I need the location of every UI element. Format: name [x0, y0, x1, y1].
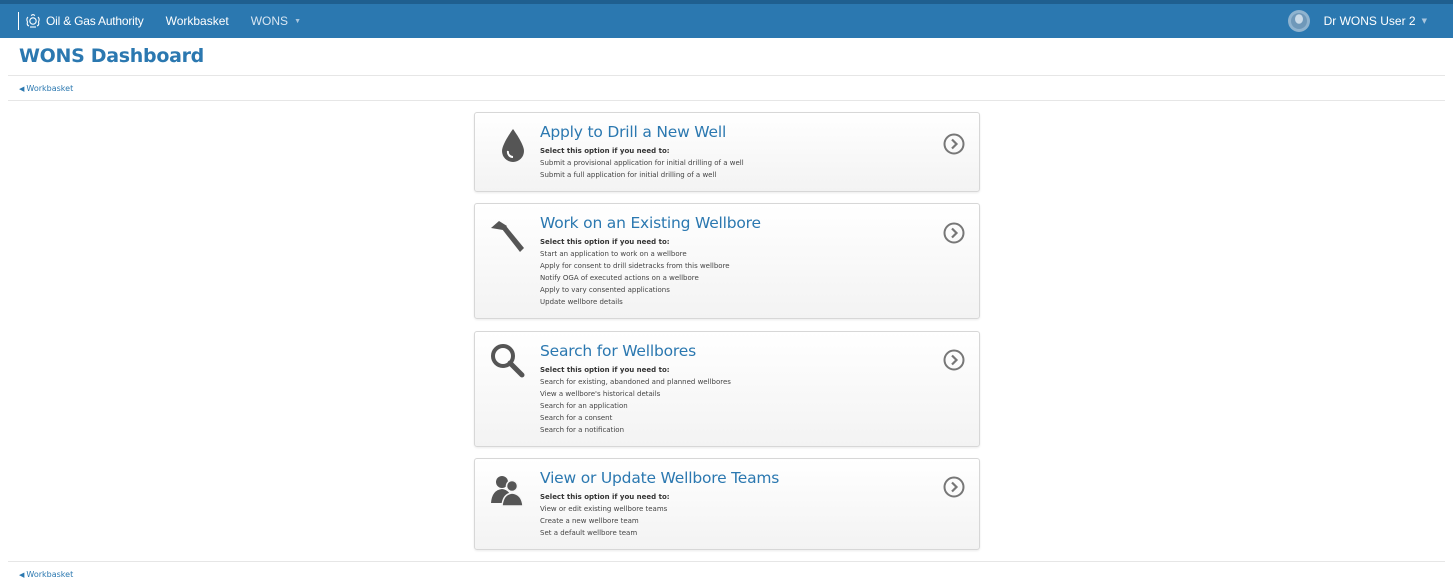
drop-icon: [502, 129, 524, 162]
top-navigation-bar: Oil & Gas Authority Workbasket WONS ▼ Dr …: [0, 0, 1453, 38]
list-item: Update wellbore details: [540, 298, 623, 306]
list-item: Start an application to work on a wellbo…: [540, 250, 687, 258]
crest-icon: [26, 14, 40, 28]
list-item: Apply to vary consented applications: [540, 286, 670, 294]
back-link-label: Workbasket: [26, 84, 74, 93]
user-menu[interactable]: Dr WONS User 2 ▼: [1287, 4, 1427, 38]
brand-logo[interactable]: Oil & Gas Authority: [18, 4, 144, 38]
card-option-list: Start an application to work on a wellbo…: [540, 248, 730, 308]
card-subtitle: Select this option if you need to:: [540, 493, 670, 501]
card-subtitle: Select this option if you need to:: [540, 366, 670, 374]
card-option-list: Submit a provisional application for ini…: [540, 157, 744, 181]
nav-wons-menu[interactable]: WONS ▼: [251, 14, 301, 28]
card-subtitle: Select this option if you need to:: [540, 147, 670, 155]
card-apply-drill-new-well[interactable]: Apply to Drill a New Well Select this op…: [474, 112, 980, 192]
divider: [8, 100, 1445, 101]
back-to-workbasket-link[interactable]: ◀ Workbasket: [19, 84, 73, 93]
brand-name: Oil & Gas Authority: [46, 14, 144, 28]
card-option-list: View or edit existing wellbore teams Cre…: [540, 503, 667, 539]
list-item: Apply for consent to drill sidetracks fr…: [540, 262, 730, 270]
card-title: Work on an Existing Wellbore: [540, 214, 761, 232]
chevron-right-circle-icon[interactable]: [943, 222, 965, 244]
card-title: Apply to Drill a New Well: [540, 123, 727, 141]
card-title: View or Update Wellbore Teams: [540, 469, 780, 487]
card-wellbore-teams[interactable]: View or Update Wellbore Teams Select thi…: [474, 458, 980, 550]
list-item: Notify OGA of executed actions on a well…: [540, 274, 699, 282]
divider: [8, 561, 1445, 562]
team-icon: [491, 476, 524, 507]
user-avatar-icon: [1287, 10, 1310, 32]
divider: [8, 75, 1445, 76]
brand-divider: [18, 12, 19, 30]
footer-back-to-workbasket-link[interactable]: ◀ Workbasket: [19, 570, 73, 579]
list-item: Set a default wellbore team: [540, 529, 638, 537]
nav-wons-label: WONS: [250, 14, 289, 28]
card-subtitle: Select this option if you need to:: [540, 238, 670, 246]
page-title: WONS Dashboard: [19, 45, 204, 67]
user-name: Dr WONS User 2: [1323, 14, 1416, 28]
list-item: Submit a provisional application for ini…: [540, 159, 744, 167]
nav-workbasket[interactable]: Workbasket: [166, 14, 229, 28]
back-arrow-icon: ◀: [19, 571, 25, 579]
chevron-down-icon: ▼: [294, 18, 301, 26]
list-item: Search for an application: [540, 402, 628, 410]
card-search-wellbores[interactable]: Search for Wellbores Select this option …: [474, 331, 980, 447]
chevron-down-icon: ▼: [1421, 17, 1427, 25]
list-item: View or edit existing wellbore teams: [540, 505, 668, 513]
list-item: Create a new wellbore team: [540, 517, 639, 525]
list-item: Search for existing, abandoned and plann…: [540, 378, 731, 386]
back-link-label: Workbasket: [26, 570, 74, 579]
back-arrow-icon: ◀: [19, 85, 25, 93]
list-item: Search for a consent: [540, 414, 613, 422]
card-option-list: Search for existing, abandoned and plann…: [540, 376, 731, 436]
chevron-right-circle-icon[interactable]: [943, 133, 965, 155]
list-item: Submit a full application for initial dr…: [540, 171, 717, 179]
list-item: View a wellbore's historical details: [540, 390, 661, 398]
hammer-icon: [491, 221, 524, 252]
chevron-right-circle-icon[interactable]: [943, 476, 965, 498]
card-work-existing-wellbore[interactable]: Work on an Existing Wellbore Select this…: [474, 203, 980, 319]
list-item: Search for a notification: [540, 426, 625, 434]
chevron-right-circle-icon[interactable]: [943, 349, 965, 371]
search-icon: [491, 344, 525, 378]
card-title: Search for Wellbores: [540, 342, 696, 360]
